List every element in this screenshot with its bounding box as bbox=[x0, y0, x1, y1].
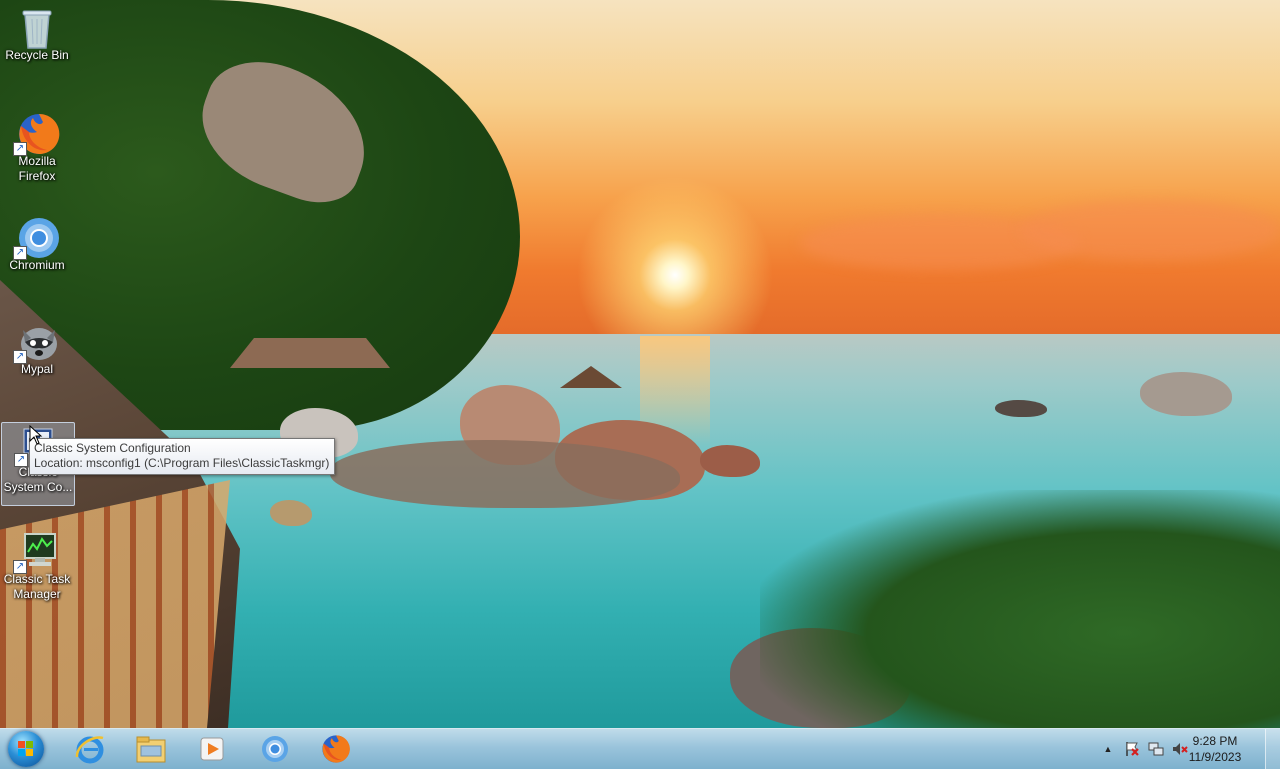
desktop-icon-firefox[interactable]: ↗ Mozilla Firefox bbox=[0, 112, 74, 184]
network-icon[interactable] bbox=[1148, 741, 1164, 757]
taskbar-internet-explorer[interactable] bbox=[68, 732, 112, 766]
taskbar-media-player[interactable] bbox=[190, 732, 234, 766]
desktop-icon-label: Mypal bbox=[20, 362, 53, 376]
desktop-wallpaper bbox=[0, 0, 1280, 728]
windows-start-icon bbox=[18, 741, 34, 757]
shortcut-arrow-icon: ↗ bbox=[14, 453, 28, 467]
recycle-bin-icon bbox=[17, 6, 57, 49]
wallpaper-cloud bbox=[1020, 200, 1280, 260]
chromium-icon bbox=[262, 736, 288, 762]
shortcut-arrow-icon: ↗ bbox=[13, 246, 27, 260]
taskbar-clock[interactable]: 9:28 PM 11/9/2023 bbox=[1180, 733, 1250, 765]
action-center-icon[interactable] bbox=[1124, 741, 1140, 757]
mypal-icon: ↗ bbox=[13, 320, 57, 364]
desktop-icon-label: Chromium bbox=[9, 258, 65, 272]
media-player-icon bbox=[200, 737, 224, 761]
task-manager-icon: ↗ bbox=[13, 530, 57, 574]
system-tray: ▲ 9:28 PM 11/9/2023 bbox=[1090, 729, 1280, 769]
clock-date: 11/9/2023 bbox=[1188, 750, 1242, 764]
desktop-icon-recycle-bin[interactable]: Recycle Bin bbox=[0, 6, 74, 63]
icon-tooltip: Classic System Configuration Location: m… bbox=[29, 438, 336, 475]
desktop-icon-classic-task-manager[interactable]: ↗ Classic Task Manager bbox=[0, 530, 74, 602]
shortcut-arrow-icon: ↗ bbox=[13, 350, 27, 364]
desktop-icon-mypal[interactable]: ↗ Mypal bbox=[0, 320, 74, 377]
wallpaper-rock bbox=[270, 500, 312, 526]
wallpaper-hut bbox=[230, 338, 390, 368]
taskbar-chromium[interactable] bbox=[253, 732, 297, 766]
desktop-icon-label: Recycle Bin bbox=[5, 48, 69, 62]
desktop-icon-label: Classic Task Manager bbox=[3, 572, 71, 601]
shortcut-arrow-icon: ↗ bbox=[13, 560, 27, 574]
wallpaper-rock bbox=[1140, 372, 1232, 416]
internet-explorer-icon bbox=[75, 736, 104, 764]
firefox-icon: ↗ bbox=[13, 112, 60, 156]
tooltip-location: Location: msconfig1 (C:\Program Files\Cl… bbox=[34, 456, 330, 470]
wallpaper-foliage bbox=[760, 490, 1280, 728]
mouse-cursor-icon bbox=[29, 425, 43, 445]
desktop-icon-label: Mozilla Firefox bbox=[18, 154, 56, 183]
show-desktop-button[interactable] bbox=[1265, 729, 1280, 769]
file-explorer-icon bbox=[136, 736, 166, 763]
taskbar: ▲ 9:28 PM 11/9/2023 bbox=[0, 728, 1280, 769]
desktop-icon-chromium[interactable]: ↗ Chromium bbox=[0, 216, 74, 273]
start-button[interactable] bbox=[8, 731, 44, 767]
tooltip-title: Classic System Configuration bbox=[34, 441, 191, 455]
show-hidden-icons-chevron[interactable]: ▲ bbox=[1100, 741, 1116, 757]
firefox-icon bbox=[322, 735, 350, 763]
chromium-icon: ↗ bbox=[13, 216, 59, 260]
wallpaper-rock bbox=[700, 445, 760, 477]
taskbar-firefox[interactable] bbox=[314, 732, 358, 766]
shortcut-arrow-icon: ↗ bbox=[13, 142, 27, 156]
clock-time: 9:28 PM bbox=[1192, 734, 1238, 748]
wallpaper-rock bbox=[995, 400, 1047, 417]
taskbar-file-explorer[interactable] bbox=[129, 732, 173, 766]
